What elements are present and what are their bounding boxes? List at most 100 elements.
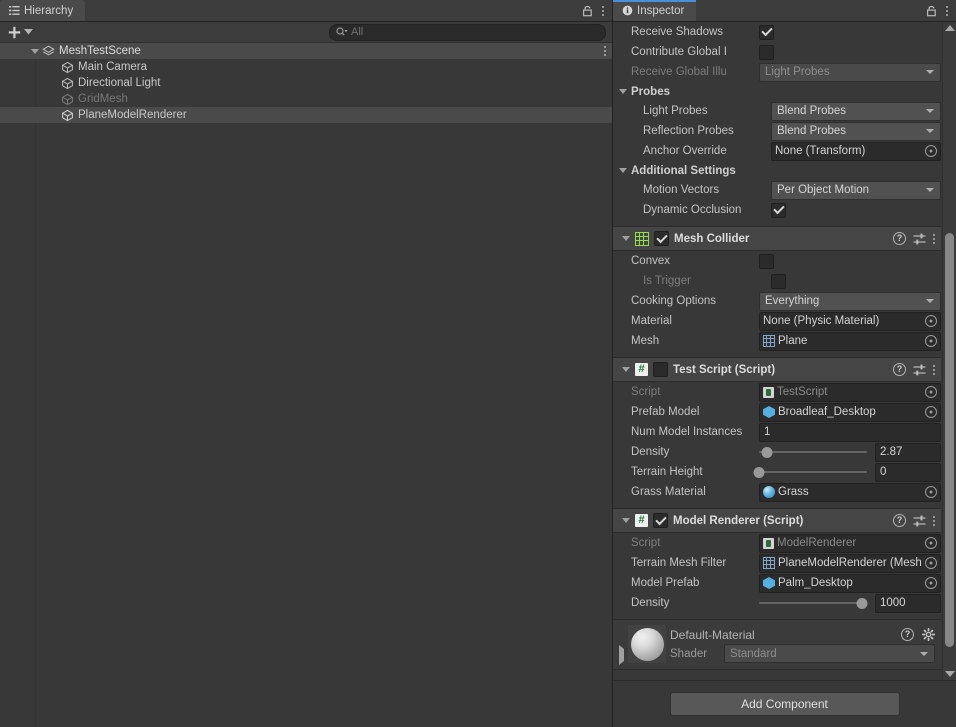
row-terrain-mesh-filter[interactable]: Terrain Mesh Filter PlaneModelRenderer (… bbox=[613, 553, 941, 573]
add-component-button[interactable]: Add Component bbox=[669, 692, 900, 716]
row-light-probes[interactable]: Light Probes Blend Probes bbox=[613, 101, 941, 121]
row-terrain-height[interactable]: Terrain Height 0 bbox=[613, 462, 941, 482]
test-density-slider[interactable] bbox=[759, 445, 867, 459]
additional-settings-expand-triangle[interactable] bbox=[619, 168, 627, 173]
contribute-gi-checkbox[interactable] bbox=[759, 44, 774, 60]
collider-material-objectfield[interactable]: None (Physic Material) bbox=[759, 311, 941, 331]
gear-icon[interactable] bbox=[922, 628, 935, 641]
object-picker-icon[interactable] bbox=[925, 577, 937, 589]
test-script-expand-triangle[interactable] bbox=[622, 367, 630, 372]
row-model-renderer-density[interactable]: Density 1000 bbox=[613, 593, 941, 613]
component-header-mesh-collider[interactable]: Mesh Collider ? bbox=[613, 226, 941, 251]
scene-kebab-menu-icon[interactable] bbox=[604, 43, 606, 59]
hierarchy-scene-row[interactable]: MeshTestScene bbox=[0, 43, 612, 59]
mesh-collider-expand-triangle[interactable] bbox=[622, 236, 630, 241]
kebab-menu-icon[interactable] bbox=[602, 5, 604, 16]
grass-material-objectfield[interactable]: Grass bbox=[759, 482, 941, 502]
inspector-scroll-area[interactable]: Receive Shadows Contribute Global I Rece… bbox=[613, 22, 956, 680]
tab-inspector[interactable]: Inspector bbox=[613, 0, 697, 21]
row-prefab-model[interactable]: Prefab Model Broadleaf_Desktop bbox=[613, 402, 941, 422]
material-shader-row[interactable]: Shader Standard bbox=[670, 644, 935, 663]
help-icon[interactable]: ? bbox=[893, 514, 906, 527]
hierarchy-item-main-camera[interactable]: Main Camera bbox=[0, 59, 612, 75]
receive-shadows-checkbox[interactable] bbox=[759, 24, 774, 40]
hierarchy-item-planemodelrenderer[interactable]: PlaneModelRenderer bbox=[0, 107, 612, 123]
light-probes-dropdown[interactable]: Blend Probes bbox=[771, 101, 941, 121]
terrain-mesh-filter-objectfield[interactable]: PlaneModelRenderer (Mesh bbox=[759, 553, 941, 573]
hierarchy-item-directional-light[interactable]: Directional Light bbox=[0, 75, 612, 91]
scroll-down-arrow-icon[interactable] bbox=[944, 671, 955, 677]
kebab-menu-icon[interactable] bbox=[933, 364, 935, 375]
num-model-instances-input[interactable]: 1 bbox=[759, 422, 941, 442]
object-picker-icon[interactable] bbox=[925, 315, 937, 327]
lock-icon[interactable] bbox=[926, 5, 937, 17]
row-receive-gi[interactable]: Receive Global Illu Light Probes bbox=[613, 62, 941, 82]
kebab-menu-icon[interactable] bbox=[933, 515, 935, 526]
probes-section-header[interactable]: Probes bbox=[613, 82, 941, 101]
row-cooking-options[interactable]: Cooking Options Everything bbox=[613, 291, 941, 311]
hierarchy-item-gridmesh[interactable]: GridMesh bbox=[0, 91, 612, 107]
row-grass-material[interactable]: Grass Material Grass bbox=[613, 482, 941, 502]
slider-knob[interactable] bbox=[761, 446, 773, 458]
preset-icon[interactable] bbox=[913, 364, 926, 376]
help-icon[interactable]: ? bbox=[893, 363, 906, 376]
row-reflection-probes[interactable]: Reflection Probes Blend Probes bbox=[613, 121, 941, 141]
convex-checkbox[interactable] bbox=[759, 253, 774, 269]
row-receive-shadows[interactable]: Receive Shadows bbox=[613, 22, 941, 42]
row-collider-mesh[interactable]: Mesh Plane bbox=[613, 331, 941, 351]
object-picker-icon[interactable] bbox=[925, 145, 937, 157]
prefab-model-objectfield[interactable]: Broadleaf_Desktop bbox=[759, 402, 941, 422]
scene-expand-triangle[interactable] bbox=[28, 48, 41, 54]
object-picker-icon[interactable] bbox=[925, 335, 937, 347]
reflection-probes-dropdown[interactable]: Blend Probes bbox=[771, 121, 941, 141]
material-inline-block[interactable]: Default-Material ? Shader Standard bbox=[613, 619, 941, 670]
kebab-menu-icon[interactable] bbox=[946, 5, 948, 16]
row-motion-vectors[interactable]: Motion Vectors Per Object Motion bbox=[613, 180, 941, 200]
help-icon[interactable]: ? bbox=[901, 628, 914, 641]
slider-knob[interactable] bbox=[753, 466, 765, 478]
component-header-model-renderer[interactable]: # Model Renderer (Script) ? bbox=[613, 508, 941, 533]
anchor-override-objectfield[interactable]: None (Transform) bbox=[771, 141, 941, 161]
create-gameobject-button[interactable] bbox=[6, 26, 35, 39]
component-header-test-script[interactable]: # Test Script (Script) ? bbox=[613, 357, 941, 382]
probes-expand-triangle[interactable] bbox=[619, 89, 627, 94]
model-renderer-expand-triangle[interactable] bbox=[622, 518, 630, 523]
scrollbar-thumb[interactable] bbox=[945, 232, 954, 648]
row-test-density[interactable]: Density 2.87 bbox=[613, 442, 941, 462]
test-density-input[interactable]: 2.87 bbox=[875, 442, 941, 462]
help-icon[interactable]: ? bbox=[893, 232, 906, 245]
terrain-height-input[interactable]: 0 bbox=[875, 462, 941, 482]
additional-settings-section-header[interactable]: Additional Settings bbox=[613, 161, 941, 180]
cooking-options-dropdown[interactable]: Everything bbox=[759, 291, 941, 311]
collider-mesh-objectfield[interactable]: Plane bbox=[759, 331, 941, 351]
object-picker-icon[interactable] bbox=[925, 557, 937, 569]
row-convex[interactable]: Convex bbox=[613, 251, 941, 271]
receive-gi-dropdown[interactable]: Light Probes bbox=[759, 62, 941, 82]
row-num-model-instances[interactable]: Num Model Instances 1 bbox=[613, 422, 941, 442]
object-picker-icon[interactable] bbox=[925, 486, 937, 498]
tab-hierarchy[interactable]: Hierarchy bbox=[0, 0, 86, 21]
search-input[interactable]: All bbox=[329, 23, 606, 41]
model-prefab-objectfield[interactable]: Palm_Desktop bbox=[759, 573, 941, 593]
material-expand-triangle[interactable] bbox=[619, 645, 624, 665]
preset-icon[interactable] bbox=[913, 515, 926, 527]
terrain-height-slider[interactable] bbox=[753, 465, 867, 479]
shader-dropdown[interactable]: Standard bbox=[724, 644, 935, 663]
object-picker-icon[interactable] bbox=[925, 406, 937, 418]
inspector-scrollbar[interactable] bbox=[942, 22, 956, 680]
dynamic-occlusion-checkbox[interactable] bbox=[771, 202, 786, 218]
lock-icon[interactable] bbox=[582, 5, 593, 17]
model-renderer-enabled-checkbox[interactable] bbox=[653, 513, 668, 528]
kebab-menu-icon[interactable] bbox=[933, 233, 935, 244]
row-model-prefab[interactable]: Model Prefab Palm_Desktop bbox=[613, 573, 941, 593]
hierarchy-tree[interactable]: MeshTestScene Main Camera Directional Li… bbox=[0, 43, 612, 727]
slider-knob[interactable] bbox=[856, 597, 868, 609]
row-anchor-override[interactable]: Anchor Override None (Transform) bbox=[613, 141, 941, 161]
row-dynamic-occlusion[interactable]: Dynamic Occlusion bbox=[613, 200, 941, 220]
motion-vectors-dropdown[interactable]: Per Object Motion bbox=[771, 180, 941, 200]
row-contribute-gi[interactable]: Contribute Global I bbox=[613, 42, 941, 62]
mesh-collider-enabled-checkbox[interactable] bbox=[654, 231, 669, 246]
model-renderer-density-input[interactable]: 1000 bbox=[875, 593, 941, 613]
material-foldout[interactable] bbox=[619, 625, 624, 665]
test-script-enabled-checkbox[interactable] bbox=[653, 362, 668, 377]
